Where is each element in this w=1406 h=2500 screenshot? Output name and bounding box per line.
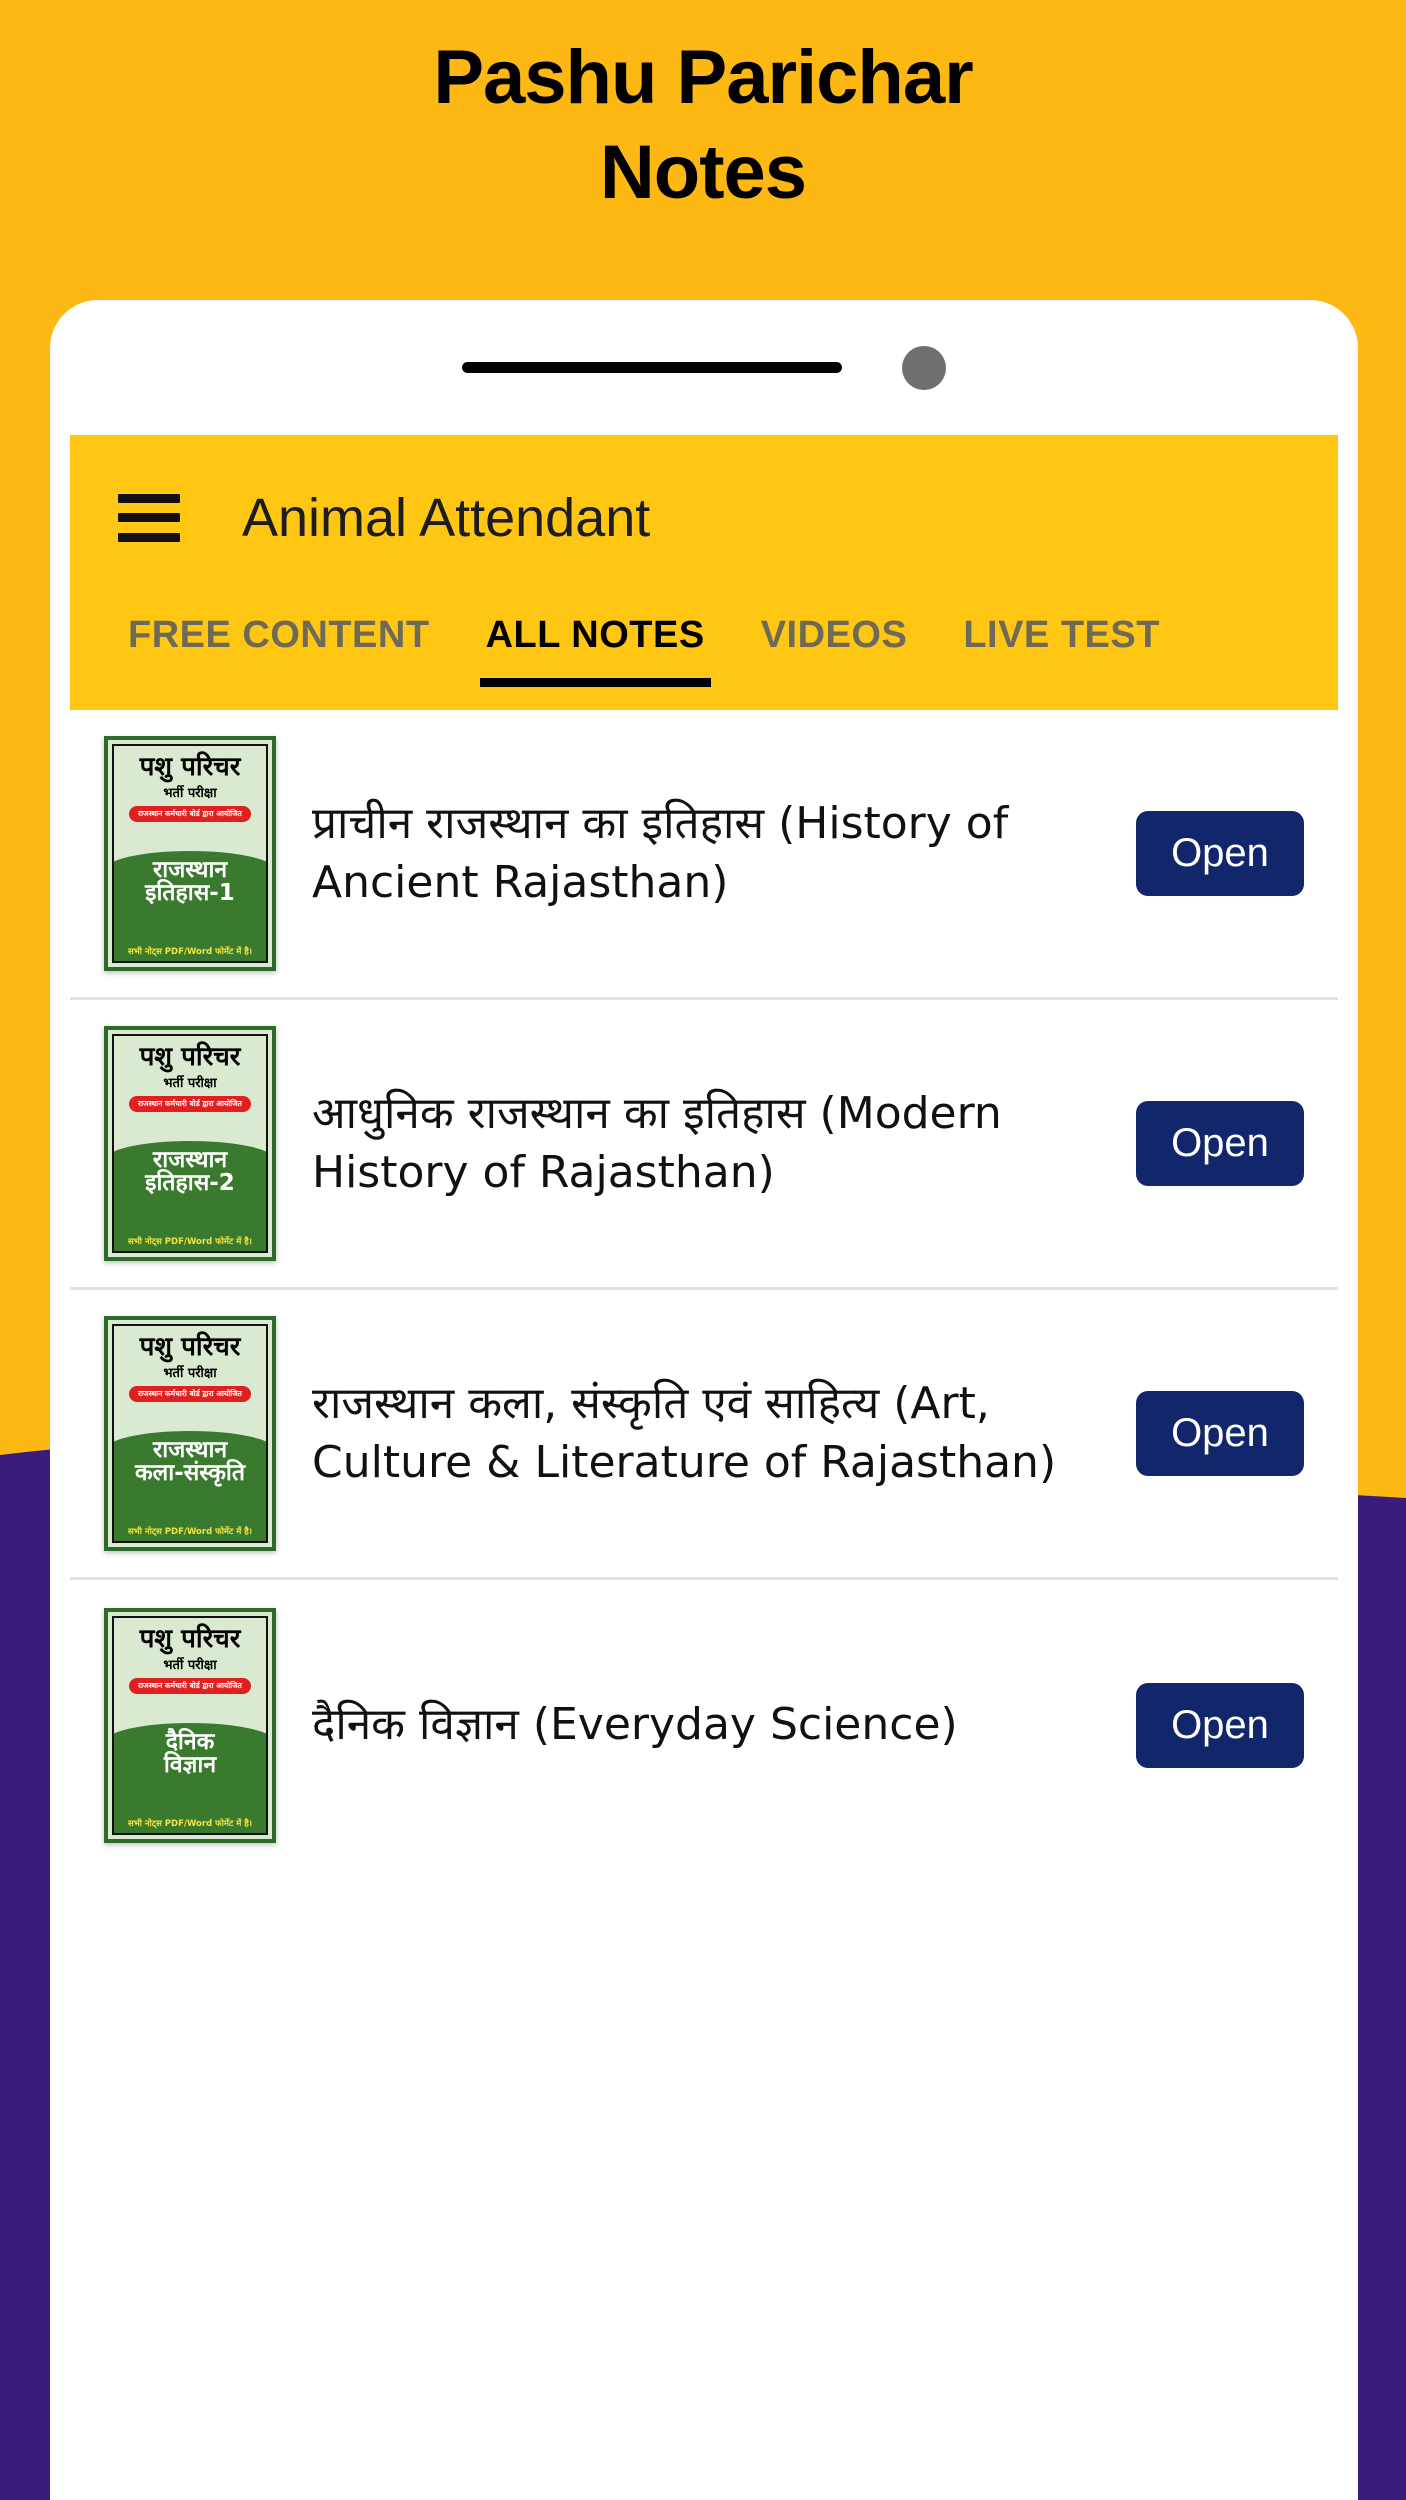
- open-button[interactable]: Open: [1136, 811, 1304, 896]
- book-cover-thumbnail: पशु परिचर भर्ती परीक्षा राजस्थान कर्मचार…: [104, 1026, 276, 1261]
- open-button[interactable]: Open: [1136, 1101, 1304, 1186]
- cover-subtitle: भर्ती परीक्षा: [163, 786, 217, 801]
- tab-label: ALL NOTES: [485, 614, 705, 656]
- cover-line-1: राजस्थान: [152, 1437, 228, 1463]
- cover-footer: सभी नोट्स PDF/Word फोर्मेट में है।: [128, 1527, 252, 1537]
- list-item[interactable]: पशु परिचर भर्ती परीक्षा राजस्थान कर्मचार…: [70, 1290, 1338, 1580]
- phone-frame: Animal Attendant FREE CONTENT ALL NOTES …: [50, 300, 1358, 2500]
- note-title: प्राचीन राजस्थान का इतिहास (History of A…: [312, 797, 1009, 908]
- note-title: आधुनिक राजस्थान का इतिहास (Modern Histor…: [312, 1087, 1002, 1198]
- open-button[interactable]: Open: [1136, 1391, 1304, 1476]
- cover-green-panel: दैनिक विज्ञान: [114, 1722, 266, 1833]
- tab-free-content[interactable]: FREE CONTENT: [100, 600, 458, 657]
- list-item[interactable]: पशु परिचर भर्ती परीक्षा राजस्थान कर्मचार…: [70, 710, 1338, 1000]
- book-cover-thumbnail: पशु परिचर भर्ती परीक्षा राजस्थान कर्मचार…: [104, 736, 276, 971]
- cover-title: पशु परिचर: [139, 1623, 241, 1654]
- cover-badge: राजस्थान कर्मचारी बोर्ड द्वारा आयोजित: [129, 806, 251, 822]
- cover-line-1: दैनिक: [165, 1728, 215, 1755]
- app-bar: Animal Attendant: [70, 435, 1338, 600]
- tab-live-test[interactable]: LIVE TEST: [935, 600, 1188, 657]
- screenshot-stage: Pashu Parichar Notes Animal Attendant FR…: [0, 0, 1406, 2500]
- cover-green-panel: राजस्थान इतिहास-2: [114, 1141, 266, 1251]
- hamburger-menu-icon[interactable]: [118, 493, 180, 542]
- promo-heading: Pashu Parichar Notes: [0, 30, 1406, 220]
- cover-green-panel: राजस्थान कला-संस्कृति: [114, 1431, 266, 1541]
- phone-top-bezel: [50, 300, 1358, 435]
- cover-line-2: इतिहास-2: [145, 1170, 235, 1197]
- notes-list: पशु परिचर भर्ती परीक्षा राजस्थान कर्मचार…: [70, 710, 1338, 1870]
- cover-line-1: राजस्थान: [152, 857, 228, 883]
- cover-title: पशु परिचर: [139, 752, 241, 782]
- note-title: राजस्थान कला, संस्कृति एवं साहित्य (Art,…: [312, 1377, 1057, 1488]
- book-cover-thumbnail: पशु परिचर भर्ती परीक्षा राजस्थान कर्मचार…: [104, 1316, 276, 1551]
- cover-footer: सभी नोट्स PDF/Word फोर्मेट में है।: [128, 1237, 252, 1247]
- tab-bar: FREE CONTENT ALL NOTES VIDEOS LIVE TEST: [70, 600, 1338, 710]
- cover-line-2: विज्ञान: [163, 1751, 217, 1778]
- list-item[interactable]: पशु परिचर भर्ती परीक्षा राजस्थान कर्मचार…: [70, 1000, 1338, 1290]
- cover-line-2: इतिहास-1: [145, 880, 235, 907]
- open-button[interactable]: Open: [1136, 1682, 1304, 1768]
- cover-footer: सभी नोट्स PDF/Word फोर्मेट में है।: [128, 1818, 252, 1829]
- app-screen: Animal Attendant FREE CONTENT ALL NOTES …: [70, 435, 1338, 2500]
- cover-line-1: राजस्थान: [152, 1147, 228, 1173]
- list-item[interactable]: पशु परिचर भर्ती परीक्षा राजस्थान कर्मचार…: [70, 1580, 1338, 1870]
- tab-active-underline: [479, 678, 711, 687]
- book-cover-thumbnail: पशु परिचर भर्ती परीक्षा राजस्थान कर्मचार…: [104, 1607, 276, 1843]
- cover-subtitle: भर्ती परीक्षा: [163, 1076, 217, 1091]
- promo-line-1: Pashu Parichar: [433, 35, 973, 120]
- tab-all-notes[interactable]: ALL NOTES: [458, 600, 733, 687]
- tab-label: FREE CONTENT: [128, 614, 430, 656]
- tab-videos[interactable]: VIDEOS: [733, 600, 936, 657]
- promo-line-2: Notes: [599, 130, 807, 215]
- tab-label: LIVE TEST: [963, 614, 1160, 656]
- cover-badge: राजस्थान कर्मचारी बोर्ड द्वारा आयोजित: [129, 1096, 251, 1112]
- cover-green-panel: राजस्थान इतिहास-1: [114, 851, 266, 961]
- cover-title: पशु परिचर: [139, 1332, 241, 1362]
- cover-title: पशु परिचर: [139, 1042, 241, 1072]
- cover-line-2: कला-संस्कृति: [135, 1460, 245, 1487]
- cover-badge: राजस्थान कर्मचारी बोर्ड द्वारा आयोजित: [129, 1386, 251, 1402]
- cover-subtitle: भर्ती परीक्षा: [163, 1657, 217, 1673]
- cover-badge: राजस्थान कर्मचारी बोर्ड द्वारा आयोजित: [129, 1677, 251, 1694]
- app-bar-title: Animal Attendant: [242, 487, 651, 548]
- note-title: दैनिक विज्ञान (Everyday Science): [312, 1698, 958, 1750]
- cover-footer: सभी नोट्स PDF/Word फोर्मेट में है।: [128, 947, 252, 957]
- speaker-bar-icon: [462, 362, 842, 373]
- camera-dot-icon: [902, 345, 946, 390]
- tab-label: VIDEOS: [760, 614, 908, 656]
- cover-subtitle: भर्ती परीक्षा: [163, 1366, 217, 1381]
